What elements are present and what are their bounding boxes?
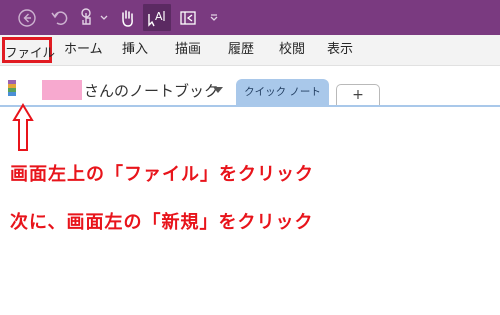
annotation-arrow-icon [12, 103, 34, 151]
tab-insert[interactable]: 挿入 [122, 35, 148, 65]
text-select-icon[interactable]: A [143, 4, 171, 31]
notebook-name[interactable]: さんのノートブック [84, 80, 219, 102]
notebook-icon [8, 80, 16, 96]
tab-home[interactable]: ホーム [64, 35, 103, 65]
redacted-username [42, 80, 82, 100]
chevron-down-icon[interactable] [98, 0, 110, 35]
svg-text:A: A [155, 10, 163, 23]
dock-icon[interactable] [176, 0, 200, 35]
customize-icon[interactable] [206, 0, 222, 35]
tab-view[interactable]: 表示 [327, 35, 353, 65]
section-underline [0, 105, 500, 107]
tab-history[interactable]: 履歴 [228, 35, 254, 65]
tab-review[interactable]: 校閲 [279, 35, 305, 65]
touch-icon[interactable] [74, 0, 100, 35]
undo-icon[interactable] [46, 0, 72, 35]
hand-icon[interactable] [114, 0, 140, 35]
notebook-dropdown-icon[interactable] [213, 87, 223, 93]
tab-draw[interactable]: 描画 [175, 35, 201, 65]
instruction-line-1: 画面左上の「ファイル」をクリック [10, 164, 314, 185]
section-tab-quick-notes[interactable]: クイック ノート [236, 79, 329, 106]
back-icon[interactable] [14, 0, 40, 35]
instruction-line-2: 次に、画面左の「新規」をクリック [10, 212, 314, 233]
tab-file[interactable]: ファイル [2, 37, 55, 63]
add-section-button[interactable]: + [336, 84, 380, 106]
